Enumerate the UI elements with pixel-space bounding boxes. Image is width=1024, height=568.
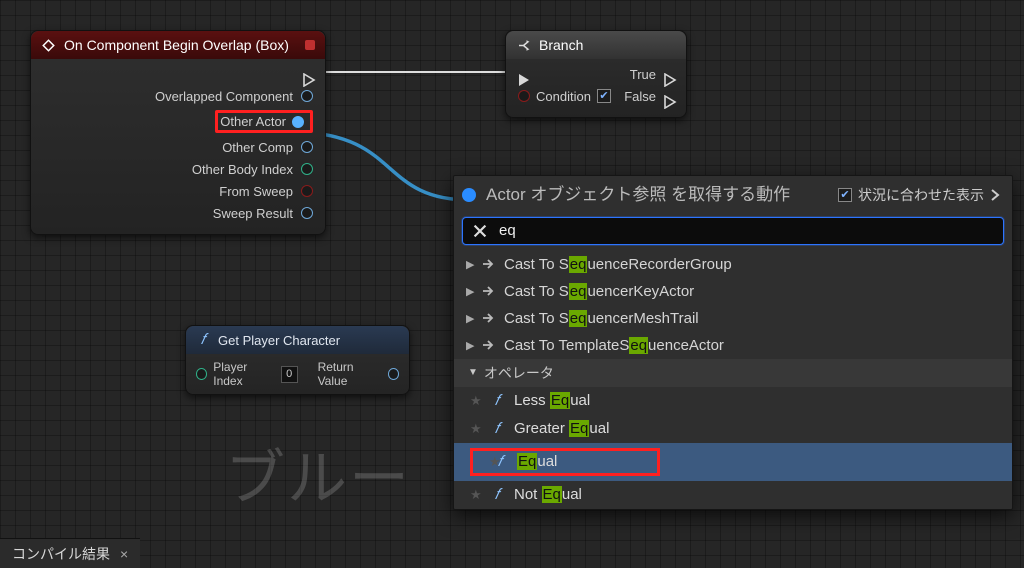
- branch-condition-pin[interactable]: [518, 90, 530, 102]
- action-context-menu[interactable]: Actor オブジェクト参照 を取得する動作 状況に合わせた表示 ▶Cast T…: [453, 175, 1013, 510]
- context-search-input[interactable]: [499, 222, 995, 239]
- function-icon: 𝑓: [196, 331, 210, 349]
- return-value-pin[interactable]: [388, 368, 399, 380]
- watermark-text: ブルー: [225, 430, 411, 517]
- compile-results-tab[interactable]: コンパイル結果 ×: [2, 540, 138, 568]
- context-func-item[interactable]: ★𝑓Equal: [454, 443, 1012, 481]
- func-node-title: Get Player Character: [218, 333, 340, 348]
- branch-true-label: True: [630, 67, 656, 82]
- branch-exec-in[interactable]: [518, 68, 528, 80]
- event-node-title: On Component Begin Overlap (Box): [64, 37, 289, 53]
- breakpoint-indicator[interactable]: [305, 40, 315, 50]
- context-search-box[interactable]: [462, 217, 1004, 245]
- context-cast-item[interactable]: ▶Cast To SequenceRecorderGroup: [454, 251, 1012, 278]
- pin-label-sweep-result: Sweep Result: [213, 206, 293, 221]
- func-node-header: 𝑓 Get Player Character: [186, 326, 409, 354]
- context-menu-list: ▶Cast To SequenceRecorderGroup▶Cast To S…: [454, 251, 1012, 509]
- bottom-tab-bar: コンパイル結果 ×: [0, 538, 140, 568]
- compile-results-label: コンパイル結果: [12, 544, 110, 564]
- context-category-operators[interactable]: ▼オペレータ: [454, 359, 1012, 387]
- pin-sweep-result[interactable]: [301, 207, 313, 219]
- pin-overlapped-component[interactable]: [301, 90, 313, 102]
- branch-node[interactable]: Branch True Condition False: [505, 30, 687, 118]
- return-value-label: Return Value: [318, 360, 382, 388]
- context-sensitive-checkbox[interactable]: [838, 188, 852, 202]
- context-sensitive-label: 状況に合わせた表示: [858, 185, 984, 205]
- pin-label-other-comp: Other Comp: [222, 140, 293, 155]
- context-func-item[interactable]: ★𝑓Less Equal: [454, 387, 1012, 415]
- event-icon: [41, 38, 56, 53]
- branch-false-pin[interactable]: [664, 90, 674, 102]
- player-index-pin[interactable]: [196, 368, 207, 380]
- branch-condition-label: Condition: [536, 89, 591, 104]
- player-index-label: Player Index: [213, 360, 275, 388]
- close-tab-icon[interactable]: ×: [120, 546, 128, 562]
- get-player-character-node[interactable]: 𝑓 Get Player Character Player Index 0 Re…: [185, 325, 410, 395]
- highlight-other-actor: Other Actor: [215, 110, 313, 133]
- context-cast-item[interactable]: ▶Cast To SequencerKeyActor: [454, 278, 1012, 305]
- pin-other-comp[interactable]: [301, 141, 313, 153]
- branch-true-pin[interactable]: [664, 68, 674, 80]
- pin-other-body-index[interactable]: [301, 163, 313, 175]
- pin-label-other-body-index: Other Body Index: [192, 162, 293, 177]
- pin-from-sweep[interactable]: [301, 185, 313, 197]
- pin-label-overlapped: Overlapped Component: [155, 89, 293, 104]
- context-cast-item[interactable]: ▶Cast To TemplateSequenceActor: [454, 332, 1012, 359]
- context-sensitive-toggle[interactable]: 状況に合わせた表示: [838, 185, 1000, 205]
- branch-node-header: Branch: [506, 31, 686, 59]
- context-func-item[interactable]: ★𝑓Greater Equal: [454, 415, 1012, 443]
- context-cast-item[interactable]: ▶Cast To SequencerMeshTrail: [454, 305, 1012, 332]
- player-index-value[interactable]: 0: [281, 366, 298, 383]
- pin-other-actor[interactable]: [292, 116, 304, 128]
- context-menu-title: Actor オブジェクト参照 を取得する動作: [486, 184, 828, 207]
- context-type-pin-icon: [462, 188, 476, 202]
- pin-label-other-actor: Other Actor: [220, 114, 286, 129]
- event-node-header: On Component Begin Overlap (Box): [31, 31, 325, 59]
- branch-condition-checkbox[interactable]: [597, 89, 611, 103]
- pin-label-from-sweep: From Sweep: [219, 184, 293, 199]
- chevron-right-icon: [990, 188, 1000, 202]
- context-func-item[interactable]: ★𝑓Not Equal: [454, 481, 1012, 509]
- event-node-begin-overlap[interactable]: On Component Begin Overlap (Box) Overlap…: [30, 30, 326, 235]
- exec-out-pin[interactable]: [303, 68, 313, 80]
- branch-node-title: Branch: [539, 37, 583, 53]
- branch-icon: [516, 38, 531, 53]
- clear-search-icon[interactable]: [471, 222, 489, 240]
- branch-false-label: False: [624, 89, 656, 104]
